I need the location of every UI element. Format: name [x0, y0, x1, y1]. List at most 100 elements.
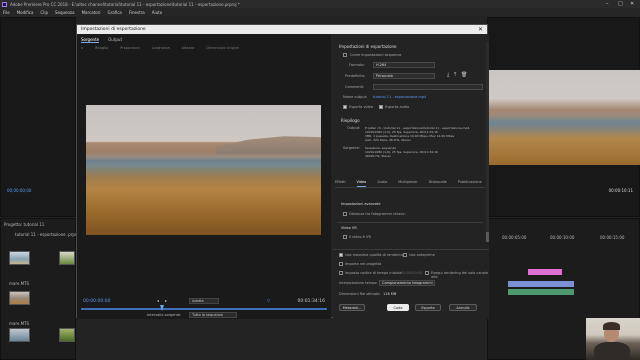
- width-label: Larghezza: [151, 46, 170, 50]
- export-settings-dialog: Impostazioni di esportazione ✕ Sorgente …: [76, 24, 489, 319]
- presenter-body: [594, 342, 630, 360]
- timeline-time: 00:00:05:00: [502, 235, 527, 240]
- thumb-label: mare.MTS: [9, 281, 30, 286]
- export-video-checkbox[interactable]: [343, 105, 347, 109]
- fit-dropdown[interactable]: Adatta: [189, 298, 219, 304]
- advanced-header[interactable]: Impostazioni avanzate: [341, 202, 381, 206]
- time-interpolation-label: Interpolazione tempo:: [339, 281, 378, 285]
- comments-input[interactable]: [373, 84, 483, 90]
- max-quality-checkbox[interactable]: [339, 253, 343, 257]
- queue-button[interactable]: Coda: [387, 304, 409, 311]
- menu-marcatori[interactable]: Marcatori: [82, 10, 101, 15]
- settings-pane: Impostazioni di esportazione Come impost…: [333, 34, 489, 319]
- close-icon[interactable]: ✕: [478, 25, 483, 34]
- output-name-label: Nome output:: [343, 95, 368, 99]
- vr-checkbox[interactable]: [343, 235, 347, 239]
- menu-clip[interactable]: Clip: [40, 10, 48, 15]
- project-thumb[interactable]: [9, 251, 30, 265]
- summary-header[interactable]: Riepilogo: [341, 118, 360, 123]
- match-sequence-label: Come impostazioni sequenza: [350, 53, 402, 57]
- import-project-checkbox[interactable]: [339, 262, 343, 266]
- set-in-point-icon[interactable]: ◂: [157, 298, 159, 303]
- menu-sequenza[interactable]: Sequenza: [55, 10, 75, 15]
- divider: [337, 222, 483, 223]
- summary-source-label: Sorgente:: [343, 146, 361, 150]
- title-bar: Adobe Premiere Pro CC 2018 - E:\altec ch…: [0, 0, 640, 8]
- marker-icon[interactable]: ▽: [267, 298, 270, 303]
- project-thumb[interactable]: [59, 328, 75, 342]
- source-size-label: Dimensioni origine: [206, 46, 240, 50]
- project-panel: Progetto: tutorial 11 tutorial 11 - espo…: [0, 218, 80, 360]
- timeline-video-clip[interactable]: [508, 281, 574, 287]
- delete-preset-icon[interactable]: 🗑: [461, 72, 467, 78]
- menu-finestra[interactable]: Finestra: [129, 10, 145, 15]
- tab-output[interactable]: Output: [108, 37, 122, 43]
- crop-icon[interactable]: ⌗: [81, 46, 83, 50]
- project-thumb[interactable]: [9, 328, 30, 342]
- program-preview-image: [487, 70, 640, 165]
- timecode-out[interactable]: 00:01:34:16: [298, 299, 325, 304]
- thumb-label: mare.MTS: [9, 321, 30, 326]
- max-quality-label: Usa massima qualità di rendering: [345, 253, 404, 257]
- tab-didascalie[interactable]: Didascalie: [429, 180, 447, 187]
- webcam-overlay: [586, 318, 640, 360]
- export-audio-checkbox[interactable]: [379, 105, 383, 109]
- settings-tabs: Effetti Video Audio Multiplexer Didascal…: [335, 180, 485, 188]
- use-previews-checkbox[interactable]: [403, 253, 407, 257]
- minimize-icon[interactable]: –: [606, 1, 609, 7]
- tab-pubblicazione[interactable]: Pubblicazione: [458, 180, 482, 187]
- output-name-link[interactable]: tutorial 11 - esportazione.mp4: [373, 95, 426, 99]
- tab-audio[interactable]: Audio: [377, 180, 387, 187]
- export-button[interactable]: Esporta: [415, 304, 441, 311]
- crop-toolbar: ⌗ Ritaglio Proporzioni Larghezza Altezza…: [81, 45, 327, 51]
- project-thumb[interactable]: [59, 251, 75, 265]
- source-monitor-panel: 00;00;00;00: [0, 17, 76, 217]
- start-timecode-checkbox[interactable]: [339, 271, 343, 275]
- tab-video[interactable]: Video: [356, 180, 367, 187]
- tab-sorgente[interactable]: Sorgente: [81, 37, 100, 43]
- tab-effetti[interactable]: Effetti: [335, 180, 346, 187]
- use-previews-label: Usa anteprime: [409, 253, 435, 257]
- tab-multiplexer[interactable]: Multiplexer: [398, 180, 417, 187]
- time-interpolation-dropdown[interactable]: Campionamento fotogrammi: [379, 280, 435, 286]
- window-title: Adobe Premiere Pro CC 2018 - E:\altec ch…: [10, 1, 240, 7]
- timeline-track[interactable]: [81, 308, 327, 310]
- export-settings-header[interactable]: Impostazioni di esportazione: [339, 44, 397, 49]
- save-preset-icon[interactable]: ⤓: [447, 72, 449, 78]
- timeline-title-clip[interactable]: Altec ChannelTV: [528, 269, 562, 285]
- menu-aiuto[interactable]: Aiuto: [152, 10, 162, 15]
- format-label: Formato:: [349, 63, 365, 67]
- preview-tabs: Sorgente Output: [81, 37, 131, 43]
- set-out-point-icon[interactable]: ▸: [165, 298, 167, 303]
- export-audio-label: Esporta audio: [385, 105, 410, 109]
- timeline-time: 00:00:15:00: [600, 235, 625, 240]
- source-range-label: Intervallo sorgente:: [147, 313, 182, 317]
- maximize-icon[interactable]: □: [618, 1, 623, 7]
- menu-modifica[interactable]: Modifica: [17, 10, 34, 15]
- keyframe-distance-checkbox[interactable]: [343, 212, 347, 216]
- menu-bar: File Modifica Clip Sequenza Marcatori Gr…: [0, 8, 640, 16]
- project-thumb[interactable]: [9, 291, 30, 305]
- summary-output-line: AAC, 320 kbps, 48 kHz, Stereo: [365, 138, 411, 142]
- timeline-audio-clip[interactable]: [508, 289, 574, 295]
- source-range-dropdown[interactable]: Tutta la sequenza: [189, 312, 237, 318]
- project-item[interactable]: tutorial 11 - esportazione .prproj: [15, 232, 80, 237]
- match-sequence-checkbox[interactable]: [343, 53, 347, 57]
- settings-scrollbar[interactable]: [486, 42, 489, 242]
- start-timecode-value[interactable]: 00:00:00:00: [401, 271, 422, 275]
- import-project-label: Importa nel progetto: [345, 262, 382, 266]
- cancel-button[interactable]: Annulla: [449, 304, 477, 311]
- menu-grafica[interactable]: Grafica: [108, 10, 122, 15]
- close-window-icon[interactable]: ✕: [630, 1, 634, 7]
- preset-dropdown[interactable]: Personale: [373, 73, 435, 79]
- format-dropdown[interactable]: H.264: [373, 62, 435, 68]
- timecode-in[interactable]: 00:00:00:00: [83, 299, 110, 304]
- vr-header[interactable]: Video VR: [341, 226, 357, 230]
- menu-file[interactable]: File: [3, 10, 10, 15]
- file-size-label: Dimensioni file stimate:: [339, 292, 381, 296]
- premiere-window: Adobe Premiere Pro CC 2018 - E:\altec ch…: [0, 0, 640, 360]
- alpha-only-checkbox[interactable]: [425, 271, 429, 275]
- summary-source-line: 48000 Hz, Stereo: [365, 154, 392, 158]
- import-preset-icon[interactable]: ⤒: [454, 72, 456, 78]
- metadata-button[interactable]: Metadati...: [339, 304, 365, 311]
